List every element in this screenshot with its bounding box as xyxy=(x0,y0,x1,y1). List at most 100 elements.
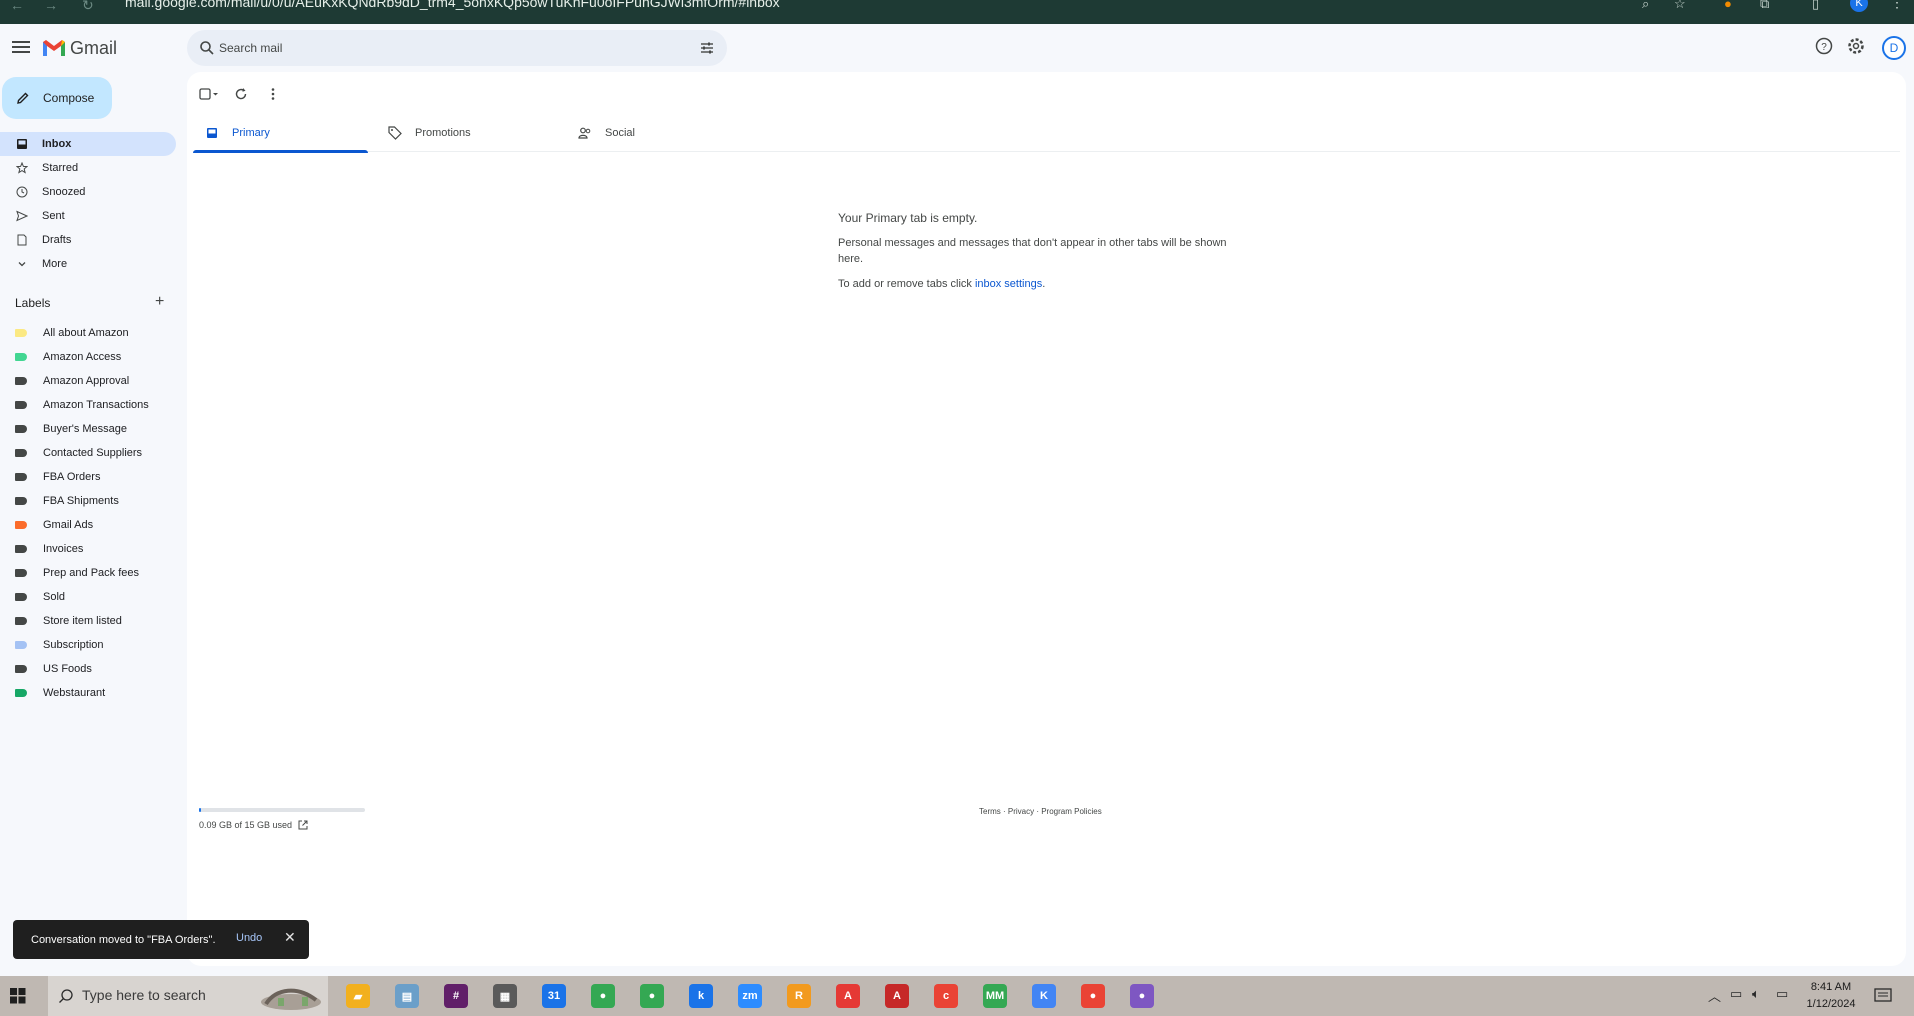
forward-icon[interactable]: → xyxy=(44,0,58,12)
r-app-icon[interactable]: R xyxy=(787,984,811,1008)
nav-item-more[interactable]: More xyxy=(0,252,176,276)
extension-icon[interactable]: ● xyxy=(1724,0,1738,11)
label-item[interactable]: Amazon Approval xyxy=(0,369,176,393)
search-highlight-art-icon xyxy=(261,988,321,1010)
label-item[interactable]: Invoices xyxy=(0,537,176,561)
label-item[interactable]: Contacted Suppliers xyxy=(0,441,176,465)
browser-menu-icon[interactable]: ⋮ xyxy=(1890,0,1904,11)
help-icon[interactable]: ? xyxy=(1814,36,1834,56)
tab-social[interactable]: Social xyxy=(578,114,753,152)
label-name: Store item listed xyxy=(43,615,122,627)
slack-icon[interactable]: # xyxy=(444,984,468,1008)
label-item[interactable]: Subscription xyxy=(0,633,176,657)
chrome-c-icon[interactable]: c xyxy=(934,984,958,1008)
tab-promotions[interactable]: Promotions xyxy=(388,114,563,152)
create-label-icon[interactable]: + xyxy=(155,293,164,311)
tab-primary[interactable]: Primary xyxy=(193,114,368,153)
empty-title: Your Primary tab is empty. xyxy=(838,211,978,225)
draft-icon xyxy=(16,234,28,246)
select-checkbox[interactable] xyxy=(199,84,219,104)
label-item[interactable]: Sold xyxy=(0,585,176,609)
chrome-icon[interactable]: ● xyxy=(591,984,615,1008)
display-icon[interactable]: ▭ xyxy=(1776,986,1788,1002)
chrome-mm-icon[interactable]: MM xyxy=(983,984,1007,1008)
nav-item-sent[interactable]: Sent xyxy=(0,204,176,228)
windows-start-icon[interactable] xyxy=(10,988,26,1004)
close-icon[interactable]: ✕ xyxy=(284,929,296,946)
reload-icon[interactable]: ↻ xyxy=(82,0,94,12)
label-item[interactable]: Amazon Access xyxy=(0,345,176,369)
storage-info: 0.09 GB of 15 GB used xyxy=(199,820,365,830)
acrobat-icon[interactable]: A xyxy=(836,984,860,1008)
storage-bar-fill xyxy=(199,808,201,812)
bookmark-star-icon[interactable]: ☆ xyxy=(1674,0,1688,11)
extensions-puzzle-icon[interactable]: ⧉ xyxy=(1760,0,1774,11)
label-item[interactable]: Store item listed xyxy=(0,609,176,633)
label-item[interactable]: FBA Shipments xyxy=(0,489,176,513)
chrome-k-icon[interactable]: k xyxy=(689,984,713,1008)
address-bar[interactable]: mail.google.com/mail/u/0/u/AEuKxKQNdRb9d… xyxy=(125,0,780,10)
label-item[interactable]: Amazon Transactions xyxy=(0,393,176,417)
volume-icon[interactable]: 🔈︎ xyxy=(1752,986,1760,1002)
tab-label: Social xyxy=(605,127,635,139)
label-tag-icon xyxy=(15,353,27,361)
settings-gear-icon[interactable] xyxy=(1846,36,1866,56)
search-options-icon[interactable] xyxy=(699,40,715,56)
label-item[interactable]: Prep and Pack fees xyxy=(0,561,176,585)
settings-hint-prefix: To add or remove tabs click xyxy=(838,278,975,290)
search-icon[interactable] xyxy=(199,40,215,56)
label-name: FBA Orders xyxy=(43,471,101,483)
notification-icon[interactable] xyxy=(1874,988,1892,1004)
search-bar[interactable] xyxy=(187,30,727,66)
zoom-search-icon[interactable]: ⌕ xyxy=(1642,0,1656,11)
gmail-logo[interactable]: Gmail xyxy=(42,36,117,60)
inbox-settings-link[interactable]: inbox settings xyxy=(975,278,1042,290)
footer-links[interactable]: Terms · Privacy · Program Policies xyxy=(979,807,1102,816)
label-item[interactable]: US Foods xyxy=(0,657,176,681)
clock-time: 8:41 AM xyxy=(1810,981,1852,993)
zoom-icon[interactable]: zm xyxy=(738,984,762,1008)
label-tag-icon xyxy=(15,401,27,409)
tray-expand-icon[interactable]: ︿ xyxy=(1708,986,1721,1005)
label-item[interactable]: Webstaurant xyxy=(0,681,176,705)
nav-item-snoozed[interactable]: Snoozed xyxy=(0,180,176,204)
network-icon[interactable]: ▭ xyxy=(1730,986,1742,1002)
back-icon[interactable]: ← xyxy=(10,0,24,12)
label-tag-icon xyxy=(15,569,27,577)
label-name: Webstaurant xyxy=(43,687,106,699)
nav-item-drafts[interactable]: Drafts xyxy=(0,228,176,252)
label-item[interactable]: Gmail Ads xyxy=(0,513,176,537)
nav-item-starred[interactable]: Starred xyxy=(0,156,176,180)
open-external-icon[interactable] xyxy=(298,820,308,830)
chrome-profile-icon[interactable]: ● xyxy=(640,984,664,1008)
main-menu-icon[interactable] xyxy=(12,38,30,56)
notes-app-icon[interactable]: ▤ xyxy=(395,984,419,1008)
nav-item-inbox[interactable]: Inbox xyxy=(0,132,176,156)
outlook-calendar-icon[interactable]: 31 xyxy=(542,984,566,1008)
more-actions-button[interactable] xyxy=(263,84,283,104)
chrome-3-icon[interactable]: ● xyxy=(1081,984,1105,1008)
pencil-icon xyxy=(17,92,29,104)
refresh-button[interactable] xyxy=(231,84,251,104)
chrome-people-icon[interactable]: ● xyxy=(1130,984,1154,1008)
side-panel-icon[interactable]: ▯ xyxy=(1812,0,1826,11)
acrobat-2-icon[interactable]: A xyxy=(885,984,909,1008)
compose-button[interactable]: Compose xyxy=(2,77,112,119)
browser-profile-avatar[interactable]: K xyxy=(1850,0,1868,12)
storage-usage-text: 0.09 GB of 15 GB used xyxy=(199,820,293,830)
send-icon xyxy=(16,210,28,222)
undo-button[interactable]: Undo xyxy=(236,932,262,944)
taskbar-search[interactable]: Type here to search xyxy=(48,976,328,1016)
label-item[interactable]: Buyer's Message xyxy=(0,417,176,441)
label-name: Sold xyxy=(43,591,66,603)
label-item[interactable]: FBA Orders xyxy=(0,465,176,489)
label-item[interactable]: All about Amazon xyxy=(0,321,176,345)
calculator-icon[interactable]: ▦ xyxy=(493,984,517,1008)
chrome-k2-icon[interactable]: K xyxy=(1032,984,1056,1008)
account-avatar[interactable]: D xyxy=(1882,36,1906,60)
taskbar-clock[interactable]: 8:41 AM 1/12/2024 xyxy=(1796,979,1866,1013)
search-input[interactable] xyxy=(219,38,659,58)
file-explorer-icon[interactable]: ▰ xyxy=(346,984,370,1008)
nav-item-label: Sent xyxy=(42,210,65,222)
mailbox-nav: Inbox Starred Snoozed Sent Drafts More xyxy=(0,132,176,276)
